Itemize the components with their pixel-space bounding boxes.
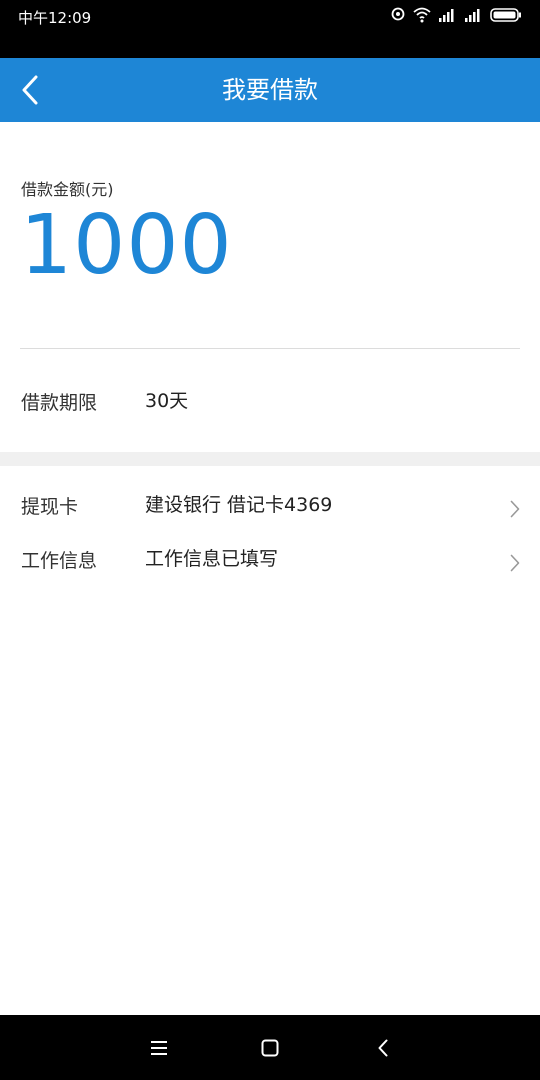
home-icon: [261, 1039, 279, 1057]
amount-value: 1000: [20, 198, 233, 293]
location-icon: [391, 7, 405, 21]
status-bar: 中午12:09: [0, 0, 540, 58]
status-time: 中午12:09: [18, 9, 92, 27]
status-icons: [390, 7, 522, 23]
signal-icon-2: [465, 9, 480, 22]
loan-amount-section: 借款金额(元) 1000 借款期限 30天: [0, 122, 540, 452]
work-info-value: 工作信息已填写: [145, 548, 279, 570]
withdraw-card-row[interactable]: 提现卡 建设银行 借记卡4369: [0, 484, 540, 536]
page-title: 我要借款: [222, 76, 318, 104]
divider: [20, 348, 520, 349]
signal-icon: [439, 9, 454, 22]
chevron-right-icon: [510, 500, 520, 518]
system-nav-bar: [0, 1015, 540, 1080]
withdraw-card-value: 建设银行 借记卡4369: [145, 494, 333, 516]
wifi-icon: [413, 7, 431, 23]
section-separator: [0, 452, 540, 466]
nav-back-button[interactable]: [368, 1033, 398, 1063]
term-row: 借款期限 30天: [0, 380, 540, 420]
term-label: 借款期限: [21, 392, 98, 414]
battery-icon: [490, 8, 521, 22]
withdraw-card-label: 提现卡: [21, 496, 79, 518]
back-icon: [378, 1039, 388, 1057]
menu-button[interactable]: [144, 1033, 174, 1063]
title-bar: 我要借款: [0, 58, 540, 122]
work-info-label: 工作信息: [21, 550, 98, 572]
work-info-row[interactable]: 工作信息 工作信息已填写: [0, 538, 540, 590]
home-button[interactable]: [255, 1033, 285, 1063]
menu-icon: [151, 1041, 167, 1055]
amount-label: 借款金额(元): [21, 180, 114, 199]
chevron-left-icon: [22, 75, 38, 105]
term-value: 30天: [145, 390, 189, 412]
back-button[interactable]: [10, 70, 50, 110]
chevron-right-icon: [510, 554, 520, 572]
